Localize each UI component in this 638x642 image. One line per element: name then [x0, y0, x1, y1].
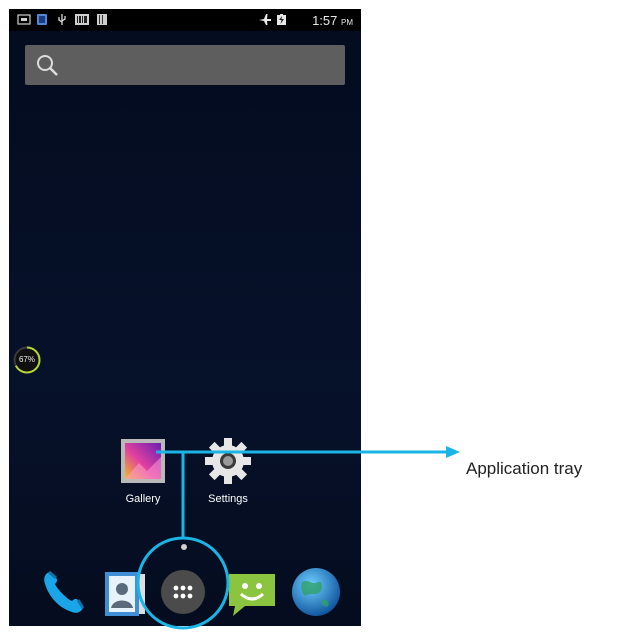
phone-icon: [44, 570, 85, 613]
settings-app[interactable]: Settings: [198, 437, 258, 505]
gallery-icon: [121, 439, 165, 483]
messaging-icon: [229, 574, 275, 616]
clock: 1:57 PM: [312, 13, 353, 28]
gallery-label: Gallery: [125, 493, 161, 505]
storage-icon: [97, 14, 107, 25]
clock-ampm: PM: [341, 18, 353, 27]
dock-browser[interactable]: [288, 564, 344, 620]
barcode-icon: [75, 14, 89, 25]
notification-icon: [37, 14, 47, 25]
app-drawer-icon: [161, 570, 205, 614]
settings-gear-icon: [205, 438, 251, 484]
phone-screen: 1:57 PM 67% Gallery Settings: [9, 9, 361, 626]
browser-globe-icon: [292, 568, 340, 616]
google-search-bar[interactable]: [25, 45, 345, 85]
page-indicator: [181, 544, 187, 550]
airplane-mode-icon: [259, 14, 271, 25]
gallery-app[interactable]: Gallery: [113, 437, 173, 505]
clock-time: 1:57: [312, 13, 338, 28]
battery-percent-label: 67%: [18, 355, 35, 364]
dock-contacts[interactable]: [97, 564, 153, 620]
app-drawer-button[interactable]: [155, 564, 211, 620]
battery-widget[interactable]: 67%: [12, 345, 42, 375]
contacts-icon: [105, 572, 145, 616]
status-bar: 1:57 PM: [9, 9, 361, 31]
callout-label: Application tray: [466, 459, 583, 478]
search-icon: [37, 55, 58, 76]
settings-label: Settings: [208, 493, 248, 505]
sim-card-icon: [17, 14, 31, 25]
battery-charging-icon: [277, 14, 286, 25]
callout-arrowhead: [446, 446, 460, 458]
dock-messaging[interactable]: [223, 564, 279, 620]
dock-phone[interactable]: [35, 564, 91, 620]
usb-icon: [58, 14, 66, 25]
